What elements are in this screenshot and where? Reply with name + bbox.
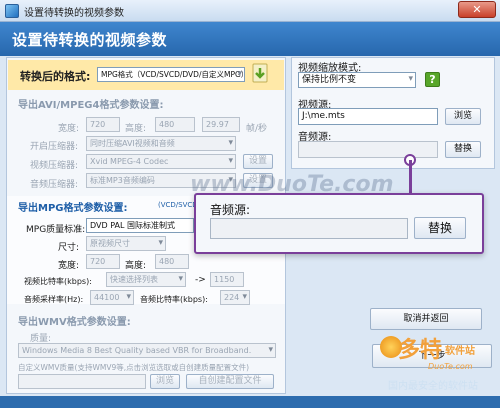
site-logo-suffix: 软件站 <box>445 346 475 357</box>
avi-section-title: 导出AVI/MPEG4格式参数设置: <box>18 100 164 111</box>
avi-audio-codec-label: 音频压缩器: <box>30 180 79 190</box>
close-button[interactable]: ✕ <box>458 1 496 18</box>
wmv-section-title: 导出WMV格式参数设置: <box>18 317 131 328</box>
avi-video-codec-select[interactable]: Xvid MPEG-4 Codec <box>86 154 236 169</box>
wmv-custom-label: 自定义WMV质量(支持WMV9等,点击浏览选取或自创建质量配置文件) <box>18 363 250 372</box>
site-tagline: 国内最安全的软件站 <box>388 381 478 392</box>
mpg-video-bitrate-input[interactable]: 1150 <box>210 272 244 287</box>
site-logo-text: 多特 <box>398 337 443 363</box>
audio-source-input[interactable] <box>298 141 438 158</box>
avi-height-input[interactable]: 480 <box>155 117 195 132</box>
wmv-create-config-button[interactable]: 自创建配置文件 <box>186 374 274 389</box>
wmv-quality-select[interactable]: Windows Media 8 Best Quality based VBR f… <box>18 343 276 358</box>
avi-video-settings-button[interactable]: 设置 <box>243 154 273 169</box>
cancel-return-button[interactable]: 取消并返回 <box>370 308 482 330</box>
avi-width-label: 宽度: <box>58 124 80 134</box>
mpg-audio-bitrate-select[interactable]: 224 <box>220 290 250 305</box>
avi-compressor-select[interactable]: 同时压缩AVI视频和音频 <box>86 136 236 151</box>
target-format-label: 转换后的格式: <box>20 70 91 83</box>
bottom-band <box>0 396 500 408</box>
video-source-input[interactable]: J:\me.mts <box>298 108 438 125</box>
mpg-width-label: 宽度: <box>58 261 80 271</box>
download-arrow-icon <box>250 63 270 85</box>
mpg-size-select[interactable]: 原视频尺寸 <box>86 236 166 251</box>
mpg-bitrate-arrow: -> <box>195 275 206 285</box>
mpg-section-title: 导出MPG格式参数设置: <box>18 203 128 214</box>
mpg-height-input[interactable]: 480 <box>155 254 189 269</box>
mpg-sample-rate-select[interactable]: 44100 <box>90 290 134 305</box>
callout-replace-button[interactable]: 替换 <box>414 217 466 239</box>
avi-compressor-label: 开启压缩器: <box>30 142 79 152</box>
help-icon[interactable]: ? <box>425 72 440 87</box>
avi-width-input[interactable]: 720 <box>86 117 120 132</box>
mpg-quality-label: MPG质量标准: <box>26 225 86 235</box>
mpg-width-input[interactable]: 720 <box>86 254 120 269</box>
video-browse-button[interactable]: 浏览 <box>445 108 481 125</box>
app-icon <box>5 4 19 18</box>
callout-audio-source-input[interactable] <box>210 218 408 239</box>
mpg-sample-rate-label: 音频采样率(Hz): <box>24 295 84 304</box>
window-title: 设置待转换的视频参数 <box>24 8 124 19</box>
wmv-custom-path-input[interactable] <box>18 374 146 389</box>
scale-mode-select[interactable]: 保持比例不变 <box>298 72 416 88</box>
site-logo-en: DuoTe.com <box>428 362 473 371</box>
mpg-video-bitrate-select[interactable]: 快速选择列表 <box>106 272 186 287</box>
avi-video-codec-label: 视频压缩器: <box>30 161 79 171</box>
avi-fps-unit: 帧/秒 <box>246 124 268 134</box>
mpg-quality-select[interactable]: DVD PAL 国际标准制式 <box>86 218 194 233</box>
mpg-video-bitrate-label: 视频比特率(kbps): <box>24 277 92 286</box>
mpg-audio-bitrate-label: 音频比特率(kbps): <box>140 295 208 304</box>
mpg-size-label: 尺寸: <box>58 243 80 253</box>
watermark-url: www.DuoTe.com <box>190 172 394 197</box>
wmv-browse-button[interactable]: 浏览 <box>150 374 180 389</box>
page-title: 设置待转换的视频参数 <box>12 31 168 49</box>
mpg-height-label: 高度: <box>125 261 147 271</box>
callout-stem <box>409 160 412 194</box>
audio-replace-button[interactable]: 替换 <box>445 141 481 158</box>
avi-height-label: 高度: <box>125 124 147 134</box>
callout-audio-source-label: 音频源: <box>210 203 251 217</box>
target-format-select[interactable]: MPG格式（VCD/SVCD/DVD/自定义MPG） <box>97 67 245 82</box>
avi-fps-input[interactable]: 29.97 <box>202 117 240 132</box>
